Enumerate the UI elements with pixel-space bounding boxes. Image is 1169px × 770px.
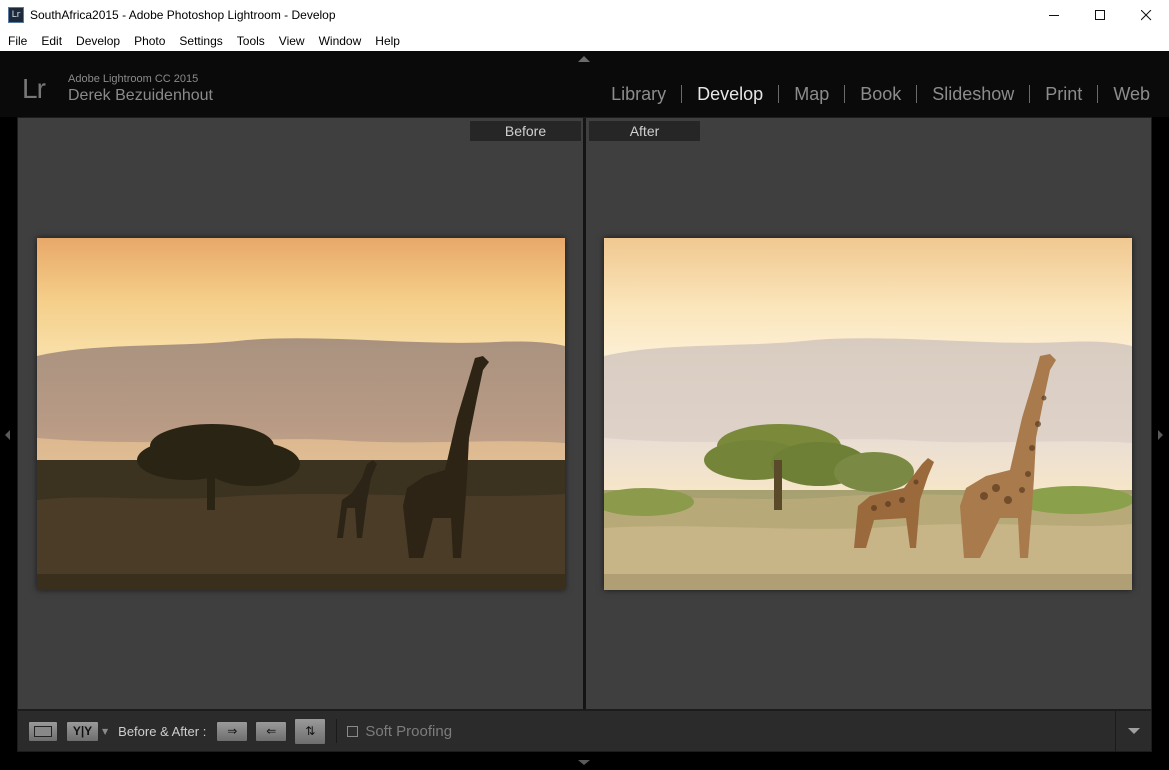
module-web[interactable]: Web — [1097, 85, 1165, 103]
identity-plate-user: Derek Bezuidenhout — [68, 87, 213, 104]
close-icon — [1140, 9, 1151, 20]
swap-before-after-button[interactable]: ⇅ — [294, 717, 327, 745]
menu-bar: File Edit Develop Photo Settings Tools V… — [0, 30, 1169, 51]
module-print[interactable]: Print — [1029, 85, 1097, 103]
copy-before-to-after-button[interactable]: ⇒ — [216, 720, 249, 742]
soft-proofing-label[interactable]: Soft Proofing — [365, 723, 452, 740]
collapse-top-panel-icon[interactable] — [578, 56, 590, 62]
copy-after-to-before-button[interactable]: ⇐ — [255, 720, 288, 742]
arrow-right-icon: ⇒ — [227, 724, 238, 738]
menu-window[interactable]: Window — [311, 34, 368, 48]
minimize-icon — [1048, 14, 1059, 16]
after-label: After — [589, 121, 700, 141]
before-pane: Before — [18, 118, 583, 709]
after-pane: After — [586, 118, 1151, 709]
soft-proofing-checkbox[interactable] — [347, 725, 359, 737]
product-name: Adobe Lightroom CC 2015 — [68, 73, 199, 85]
menu-edit[interactable]: Edit — [33, 34, 68, 48]
module-library[interactable]: Library — [596, 85, 681, 103]
module-picker: Library Develop Map Book Slideshow Print… — [596, 85, 1165, 103]
window-title: SouthAfrica2015 - Adobe Photoshop Lightr… — [30, 8, 336, 22]
before-after-view: Before After — [17, 117, 1152, 710]
view-mode-dropdown-icon[interactable]: ▼ — [102, 727, 108, 736]
chevron-down-icon — [1127, 728, 1140, 734]
arrow-left-icon: ⇐ — [266, 724, 277, 738]
maximize-button[interactable] — [1077, 0, 1123, 30]
menu-photo[interactable]: Photo — [126, 34, 171, 48]
loupe-view-button[interactable] — [28, 720, 58, 742]
expand-right-panel-icon[interactable] — [1158, 430, 1163, 440]
before-photo[interactable] — [37, 238, 565, 590]
lightroom-logo: Lr — [22, 73, 46, 104]
loupe-icon — [34, 725, 52, 737]
swap-icon: ⇅ — [305, 724, 316, 738]
close-button[interactable] — [1123, 0, 1169, 30]
develop-toolbar: Y|Y ▼ Before & After : ⇒ ⇐ ⇅ Soft Proofi… — [17, 710, 1152, 752]
before-after-view-button[interactable]: Y|Y — [66, 720, 99, 742]
title-bar: Lr SouthAfrica2015 - Adobe Photoshop Lig… — [0, 0, 1169, 30]
before-label: Before — [470, 121, 581, 141]
window-controls — [1031, 0, 1169, 30]
maximize-icon — [1094, 9, 1105, 20]
after-photo[interactable] — [604, 238, 1132, 590]
lightroom-app-icon: Lr — [8, 7, 24, 23]
menu-help[interactable]: Help — [367, 34, 406, 48]
module-map[interactable]: Map — [778, 85, 844, 103]
module-develop[interactable]: Develop — [681, 85, 778, 103]
minimize-button[interactable] — [1031, 0, 1077, 30]
menu-view[interactable]: View — [271, 34, 311, 48]
menu-develop[interactable]: Develop — [68, 34, 126, 48]
menu-tools[interactable]: Tools — [229, 34, 271, 48]
menu-file[interactable]: File — [0, 34, 33, 48]
expand-left-panel-icon[interactable] — [5, 430, 10, 440]
toolbar-content-dropdown[interactable] — [1115, 711, 1151, 751]
module-slideshow[interactable]: Slideshow — [916, 85, 1029, 103]
before-after-label: Before & After : — [118, 723, 207, 739]
identity-module-panel: Lr Adobe Lightroom CC 2015 Derek Bezuide… — [0, 51, 1169, 117]
menu-settings[interactable]: Settings — [171, 34, 228, 48]
toolbar-separator — [336, 719, 338, 743]
module-book[interactable]: Book — [844, 85, 916, 103]
expand-filmstrip-icon[interactable] — [578, 760, 590, 765]
